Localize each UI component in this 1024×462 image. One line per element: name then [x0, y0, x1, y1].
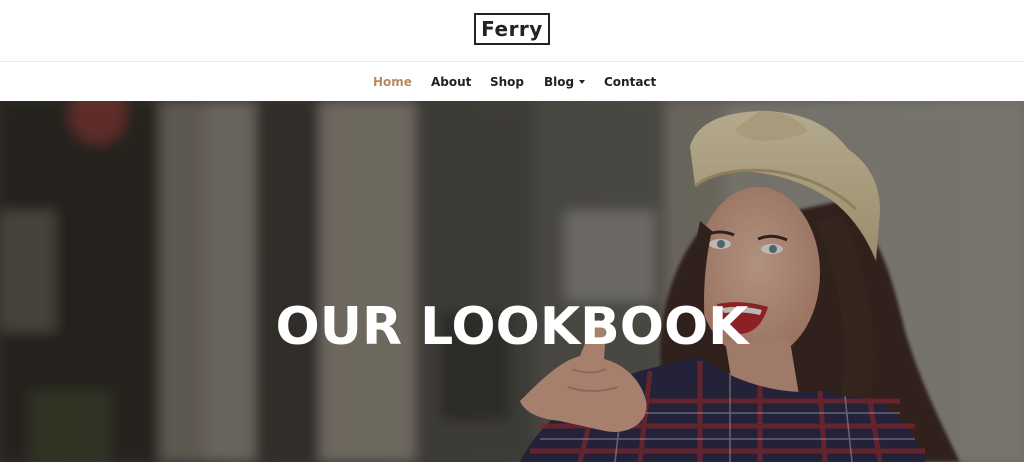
site-logo[interactable]: Ferry: [474, 13, 550, 45]
hero-banner: OUR LOOKBOOK: [0, 101, 1024, 462]
nav-item-label: About: [431, 74, 472, 89]
nav-item-home[interactable]: Home: [373, 62, 412, 101]
nav-item-label: Home: [373, 74, 412, 89]
hero-dark-overlay: [0, 101, 1024, 462]
main-nav: Home About Shop Blog Contact: [0, 62, 1024, 101]
nav-item-contact[interactable]: Contact: [604, 62, 656, 101]
chevron-down-icon: [579, 80, 586, 84]
hero-title: OUR LOOKBOOK: [275, 297, 749, 357]
nav-item-label: Blog: [544, 74, 575, 89]
nav-item-shop[interactable]: Shop: [490, 62, 524, 101]
site-header: Ferry: [0, 0, 1024, 62]
nav-item-about[interactable]: About: [431, 62, 471, 101]
nav-item-label: Shop: [490, 74, 525, 89]
nav-item-label: Contact: [604, 74, 657, 89]
nav-item-blog[interactable]: Blog: [544, 62, 586, 101]
